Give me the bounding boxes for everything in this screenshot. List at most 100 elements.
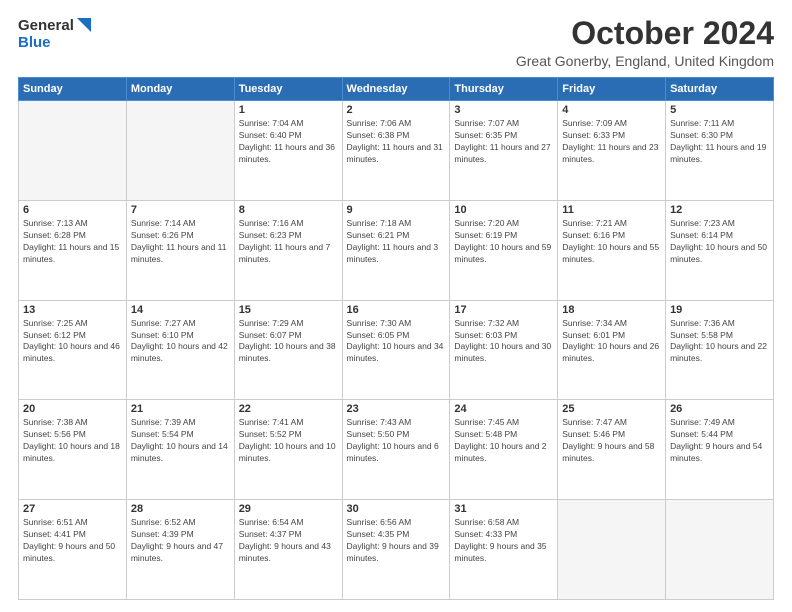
calendar-cell: 19Sunrise: 7:36 AMSunset: 5:58 PMDayligh… bbox=[666, 300, 774, 400]
calendar-day-header: Sunday bbox=[19, 78, 127, 101]
day-number: 16 bbox=[347, 304, 446, 316]
calendar-day-header: Thursday bbox=[450, 78, 558, 101]
calendar-cell: 10Sunrise: 7:20 AMSunset: 6:19 PMDayligh… bbox=[450, 200, 558, 300]
logo-arrow-icon bbox=[75, 16, 93, 34]
calendar-cell: 18Sunrise: 7:34 AMSunset: 6:01 PMDayligh… bbox=[558, 300, 666, 400]
cell-info: Sunset: 5:50 PM bbox=[347, 429, 446, 441]
cell-info: Daylight: 11 hours and 23 minutes. bbox=[562, 142, 661, 166]
cell-info: Sunset: 5:54 PM bbox=[131, 429, 230, 441]
day-number: 26 bbox=[670, 403, 769, 415]
calendar-cell: 9Sunrise: 7:18 AMSunset: 6:21 PMDaylight… bbox=[342, 200, 450, 300]
calendar-week-row: 1Sunrise: 7:04 AMSunset: 6:40 PMDaylight… bbox=[19, 101, 774, 201]
cell-info: Sunset: 6:30 PM bbox=[670, 130, 769, 142]
calendar-cell: 25Sunrise: 7:47 AMSunset: 5:46 PMDayligh… bbox=[558, 400, 666, 500]
cell-info: Sunrise: 7:18 AM bbox=[347, 218, 446, 230]
cell-info: Sunrise: 7:32 AM bbox=[454, 318, 553, 330]
cell-info: Sunrise: 7:45 AM bbox=[454, 417, 553, 429]
calendar-cell bbox=[666, 500, 774, 600]
day-number: 28 bbox=[131, 503, 230, 515]
cell-info: Sunrise: 6:52 AM bbox=[131, 517, 230, 529]
calendar-cell: 17Sunrise: 7:32 AMSunset: 6:03 PMDayligh… bbox=[450, 300, 558, 400]
day-number: 30 bbox=[347, 503, 446, 515]
cell-info: Daylight: 10 hours and 38 minutes. bbox=[239, 341, 338, 365]
cell-info: Sunset: 4:41 PM bbox=[23, 529, 122, 541]
cell-info: Sunset: 6:26 PM bbox=[131, 230, 230, 242]
calendar-cell: 12Sunrise: 7:23 AMSunset: 6:14 PMDayligh… bbox=[666, 200, 774, 300]
cell-info: Sunset: 6:33 PM bbox=[562, 130, 661, 142]
day-number: 27 bbox=[23, 503, 122, 515]
cell-info: Sunset: 6:28 PM bbox=[23, 230, 122, 242]
calendar-week-row: 13Sunrise: 7:25 AMSunset: 6:12 PMDayligh… bbox=[19, 300, 774, 400]
cell-info: Sunrise: 7:36 AM bbox=[670, 318, 769, 330]
cell-info: Sunset: 5:46 PM bbox=[562, 429, 661, 441]
cell-info: Daylight: 11 hours and 7 minutes. bbox=[239, 242, 338, 266]
day-number: 4 bbox=[562, 104, 661, 116]
calendar-cell: 27Sunrise: 6:51 AMSunset: 4:41 PMDayligh… bbox=[19, 500, 127, 600]
day-number: 29 bbox=[239, 503, 338, 515]
page: General Blue October 2024 Great Gonerby,… bbox=[0, 0, 792, 612]
cell-info: Sunrise: 7:38 AM bbox=[23, 417, 122, 429]
day-number: 7 bbox=[131, 204, 230, 216]
cell-info: Daylight: 9 hours and 58 minutes. bbox=[562, 441, 661, 465]
calendar-cell: 14Sunrise: 7:27 AMSunset: 6:10 PMDayligh… bbox=[126, 300, 234, 400]
logo-general-text: General bbox=[18, 17, 74, 34]
calendar-cell: 7 Sunrise: 7:14 AMSunset: 6:26 PMDaylight… bbox=[126, 200, 234, 300]
calendar-week-row: 6 Sunrise: 7:13 AMSunset: 6:28 PM Daylight… bbox=[19, 200, 774, 300]
cell-info: Sunset: 5:48 PM bbox=[454, 429, 553, 441]
calendar-cell: 4Sunrise: 7:09 AMSunset: 6:33 PMDaylight… bbox=[558, 101, 666, 201]
cell-info: Sunrise: 7:29 AM bbox=[239, 318, 338, 330]
cell-info: Sunrise: 7:16 AM bbox=[239, 218, 338, 230]
cell-info: Sunset: 6:35 PM bbox=[454, 130, 553, 142]
cell-info: Sunrise: 7:25 AM bbox=[23, 318, 122, 330]
calendar-cell: 11Sunrise: 7:21 AMSunset: 6:16 PMDayligh… bbox=[558, 200, 666, 300]
cell-info: Sunrise: 7:34 AM bbox=[562, 318, 661, 330]
cell-info: Sunset: 6:12 PM bbox=[23, 330, 122, 342]
calendar-cell: 28Sunrise: 6:52 AMSunset: 4:39 PMDayligh… bbox=[126, 500, 234, 600]
calendar-cell: 1Sunrise: 7:04 AMSunset: 6:40 PMDaylight… bbox=[234, 101, 342, 201]
day-number: 15 bbox=[239, 304, 338, 316]
cell-info: Sunset: 6:16 PM bbox=[562, 230, 661, 242]
day-number: 18 bbox=[562, 304, 661, 316]
cell-info: Sunrise: 7:13 AM bbox=[23, 218, 122, 230]
cell-info: Sunset: 4:35 PM bbox=[347, 529, 446, 541]
cell-info: Daylight: 10 hours and 18 minutes. bbox=[23, 441, 122, 465]
cell-info: Daylight: 10 hours and 22 minutes. bbox=[670, 341, 769, 365]
cell-info: Daylight: 11 hours and 11 minutes. bbox=[131, 242, 230, 266]
day-number: 1 bbox=[239, 104, 338, 116]
day-number: 9 bbox=[347, 204, 446, 216]
cell-info: Daylight: 10 hours and 30 minutes. bbox=[454, 341, 553, 365]
cell-info: Daylight: 11 hours and 27 minutes. bbox=[454, 142, 553, 166]
calendar-cell: 26Sunrise: 7:49 AMSunset: 5:44 PMDayligh… bbox=[666, 400, 774, 500]
cell-info: Daylight: 10 hours and 42 minutes. bbox=[131, 341, 230, 365]
calendar-cell: 16Sunrise: 7:30 AMSunset: 6:05 PMDayligh… bbox=[342, 300, 450, 400]
cell-info: Sunrise: 7:14 AM bbox=[131, 218, 230, 230]
cell-info: Sunset: 5:44 PM bbox=[670, 429, 769, 441]
cell-info: Daylight: 10 hours and 46 minutes. bbox=[23, 341, 122, 365]
cell-info: Sunset: 6:38 PM bbox=[347, 130, 446, 142]
day-number: 8 bbox=[239, 204, 338, 216]
calendar-cell: 13Sunrise: 7:25 AMSunset: 6:12 PMDayligh… bbox=[19, 300, 127, 400]
day-number: 11 bbox=[562, 204, 661, 216]
cell-info: Sunset: 6:07 PM bbox=[239, 330, 338, 342]
cell-info: Sunset: 5:58 PM bbox=[670, 330, 769, 342]
cell-info: Daylight: 10 hours and 10 minutes. bbox=[239, 441, 338, 465]
cell-info: Sunrise: 7:04 AM bbox=[239, 118, 338, 130]
calendar-cell: 23Sunrise: 7:43 AMSunset: 5:50 PMDayligh… bbox=[342, 400, 450, 500]
cell-info: Sunset: 6:23 PM bbox=[239, 230, 338, 242]
cell-info: Sunset: 6:05 PM bbox=[347, 330, 446, 342]
day-number: 22 bbox=[239, 403, 338, 415]
cell-info: Daylight: 9 hours and 43 minutes. bbox=[239, 541, 338, 565]
logo: General Blue bbox=[18, 16, 93, 52]
day-number: 25 bbox=[562, 403, 661, 415]
day-number: 31 bbox=[454, 503, 553, 515]
day-number: 6 bbox=[23, 204, 122, 216]
cell-info: Sunset: 6:03 PM bbox=[454, 330, 553, 342]
cell-info: Sunset: 6:19 PM bbox=[454, 230, 553, 242]
logo-blue-text: Blue bbox=[18, 34, 51, 51]
page-title: October 2024 bbox=[516, 16, 774, 51]
cell-info: Daylight: 9 hours and 54 minutes. bbox=[670, 441, 769, 465]
cell-info: Sunrise: 7:27 AM bbox=[131, 318, 230, 330]
cell-info: Daylight: 10 hours and 14 minutes. bbox=[131, 441, 230, 465]
cell-info: Sunrise: 7:43 AM bbox=[347, 417, 446, 429]
cell-info: Sunrise: 7:23 AM bbox=[670, 218, 769, 230]
